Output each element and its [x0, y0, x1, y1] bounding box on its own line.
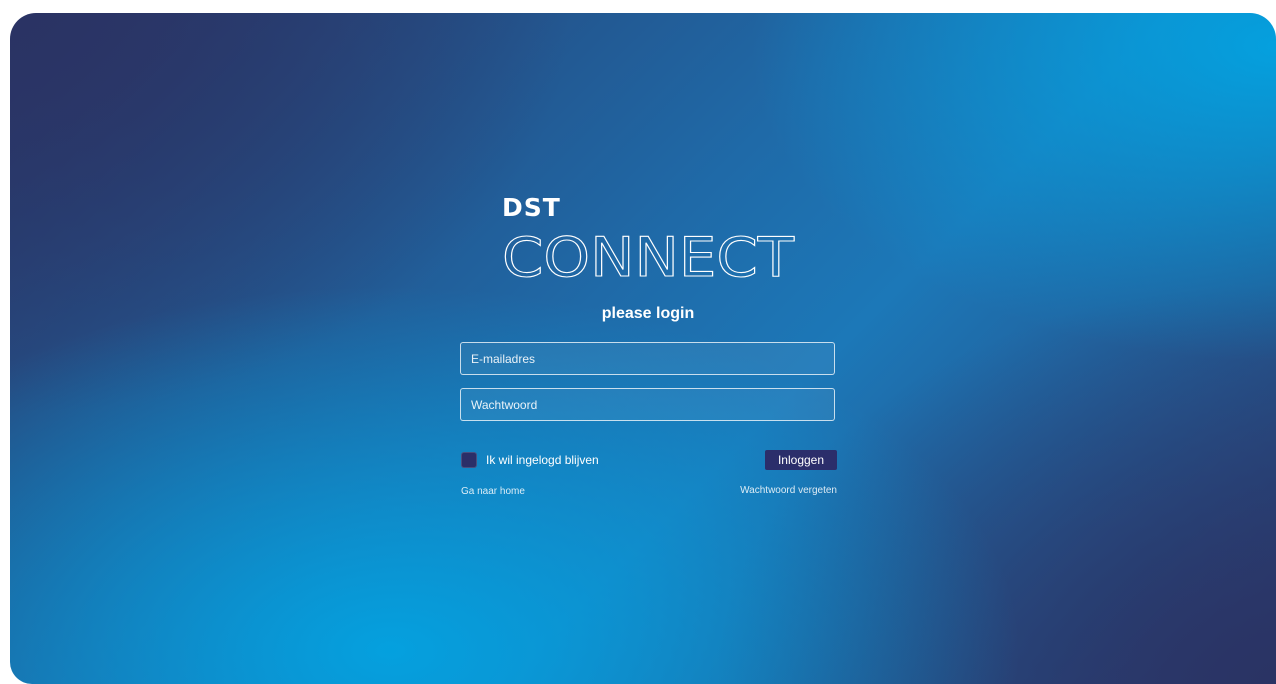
dst-connect-logo: DST CONNECT — [502, 193, 822, 293]
remember-me-label: Ik wil ingelogd blijven — [486, 453, 599, 467]
email-field[interactable] — [460, 342, 835, 375]
logo-connect-wordmark: CONNECT — [502, 229, 796, 285]
go-home-link[interactable]: Ga naar home — [461, 486, 525, 497]
logo-dst-text: DST — [502, 193, 561, 222]
password-field[interactable] — [460, 388, 835, 421]
remember-me-checkbox[interactable]: Ik wil ingelogd blijven — [461, 452, 599, 468]
forgot-password-link[interactable]: Wachtwoord vergeten — [740, 485, 837, 496]
login-page: DST CONNECT please login Ik wil ingelogd… — [10, 13, 1276, 684]
logo-connect-text: CONNECT — [502, 229, 795, 285]
login-button[interactable]: Inloggen — [765, 450, 837, 470]
checkbox-box[interactable] — [461, 452, 477, 468]
page-title: please login — [601, 305, 695, 322]
